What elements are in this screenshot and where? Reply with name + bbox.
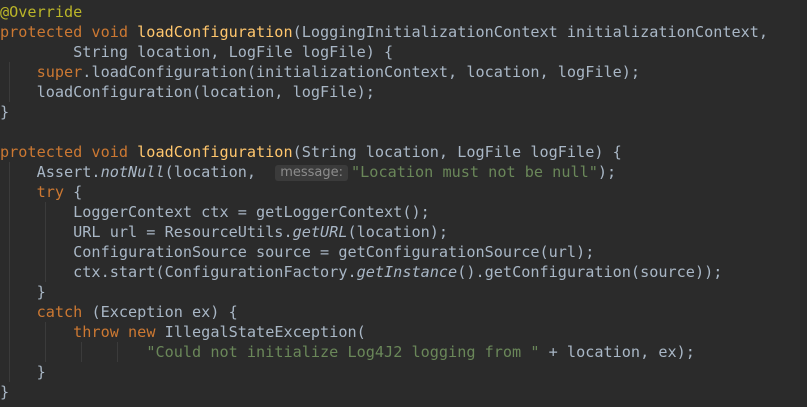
keyword: protected void (0, 143, 138, 161)
code-line: loadConfiguration(location, logFile); (0, 82, 807, 102)
code-text: } (0, 103, 10, 121)
code-text: ().getConfiguration(source)); (457, 263, 723, 281)
indent-guide (9, 182, 10, 202)
keyword: new (128, 323, 156, 341)
code-line: "Could not initialize Log4J2 logging fro… (0, 342, 807, 362)
indent-guide (45, 322, 46, 342)
code-text: } (0, 383, 10, 401)
indent-guide (9, 262, 10, 282)
code-editor[interactable]: @Override protected void loadConfigurati… (0, 0, 807, 407)
method-name: loadConfiguration (137, 143, 293, 161)
indent-guide (45, 202, 46, 222)
indent-guide (117, 342, 118, 362)
annotation: @Override (0, 3, 83, 21)
parameter-name-hint: message: (275, 165, 349, 181)
code-text: (location); (347, 223, 449, 241)
indent-guide (9, 342, 10, 362)
code-text: + location, ex); (539, 343, 695, 361)
static-method-call: getInstance (356, 263, 458, 281)
keyword: super (0, 63, 83, 81)
code-text: ConfigurationSource source = getConfigur… (0, 243, 595, 261)
code-text: (String location, LogFile logFile) { (292, 143, 622, 161)
code-line: LoggerContext ctx = getLoggerContext(); (0, 202, 807, 222)
string-literal: "Location must not be null" (351, 163, 598, 181)
code-text: (location, (164, 163, 266, 181)
indent-guide (45, 342, 46, 362)
code-line: } (0, 362, 807, 382)
indent-guide (45, 262, 46, 282)
code-text: (Exception ex) { (82, 303, 238, 321)
method-name: loadConfiguration (137, 23, 293, 41)
indent-guide (81, 342, 82, 362)
code-line: URL url = ResourceUtils.getURL(location)… (0, 222, 807, 242)
code-line: protected void loadConfiguration(Logging… (0, 22, 807, 42)
code-text: } (0, 363, 46, 381)
indent-guide (9, 62, 10, 82)
code-text: Assert. (0, 163, 101, 181)
keyword: catch (0, 303, 83, 321)
indent-guide (9, 302, 10, 322)
indent-guide (9, 82, 10, 102)
code-line: ConfigurationSource source = getConfigur… (0, 242, 807, 262)
code-text: String location, LogFile logFile) { (0, 43, 394, 61)
code-line: } (0, 382, 807, 402)
code-line: super.loadConfiguration(initializationCo… (0, 62, 807, 82)
code-line: throw new IllegalStateException( (0, 322, 807, 342)
code-text: ctx.start(ConfigurationFactory. (0, 263, 357, 281)
indent-guide (9, 362, 10, 382)
code-line: @Override (0, 2, 807, 22)
code-line: String location, LogFile logFile) { (0, 42, 807, 62)
indent-guide (9, 202, 10, 222)
indent-guide (45, 242, 46, 262)
indent-guide (9, 242, 10, 262)
code-line: ctx.start(ConfigurationFactory.getInstan… (0, 262, 807, 282)
code-text: } (0, 283, 46, 301)
string-literal: "Could not initialize Log4J2 logging fro… (146, 343, 540, 361)
static-method-call: notNull (100, 163, 165, 181)
static-method-call: getURL (292, 223, 348, 241)
code-text: loadConfiguration(location, logFile); (0, 83, 375, 101)
keyword: throw (0, 323, 119, 341)
code-text: LoggerContext ctx = getLoggerContext(); (0, 203, 430, 221)
code-text: { (64, 183, 83, 201)
code-text: .loadConfiguration(initializationContext… (82, 63, 641, 81)
indent-guide (9, 282, 10, 302)
code-text: URL url = ResourceUtils. (0, 223, 293, 241)
code-line: } (0, 102, 807, 122)
indent-guide (45, 222, 46, 242)
indent-guide (9, 162, 10, 182)
code-text: IllegalStateException( (155, 323, 366, 341)
code-line: protected void loadConfiguration(String … (0, 142, 807, 162)
code-line: Assert.notNull(location, message: "Locati… (0, 162, 807, 182)
indent-guide (9, 322, 10, 342)
keyword: protected void (0, 23, 138, 41)
code-line: catch (Exception ex) { (0, 302, 807, 322)
code-line: } (0, 282, 807, 302)
code-line: try { (0, 182, 807, 202)
code-text: ); (597, 163, 617, 181)
indent-guide (9, 222, 10, 242)
code-text: (LoggingInitializationContext initializa… (292, 23, 769, 41)
